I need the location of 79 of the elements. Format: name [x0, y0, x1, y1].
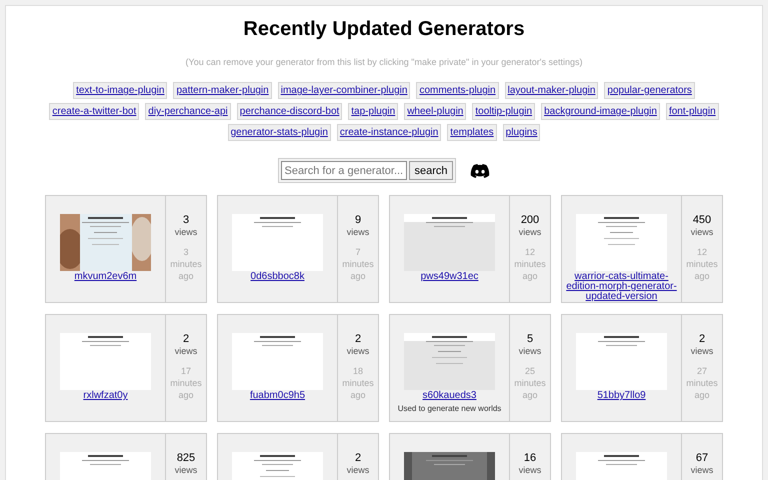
generator-link[interactable]: pws49w31ec — [392, 272, 508, 282]
view-count: 16 — [524, 452, 536, 464]
tag-link[interactable]: layout-maker-plugin — [504, 82, 598, 99]
views-label: views — [346, 464, 370, 476]
tag-link[interactable]: popular-generators — [604, 82, 695, 99]
views-label: views — [690, 464, 714, 476]
tag-link[interactable]: plugins — [502, 124, 540, 141]
views-label: views — [690, 226, 714, 238]
time-text: 25 — [524, 365, 535, 377]
time-text: ago — [694, 270, 710, 282]
tag-link[interactable]: perchance-discord-bot — [236, 103, 342, 120]
tag-link[interactable]: background-image-plugin — [541, 103, 660, 120]
tag-link[interactable]: pattern-maker-plugin — [173, 82, 272, 99]
views-label: views — [518, 464, 542, 476]
time-text: ago — [522, 389, 538, 401]
tag-link[interactable]: wheel-plugin — [404, 103, 466, 120]
page-title: Recently Updated Generators — [243, 18, 525, 41]
time-text: minutes — [170, 258, 202, 270]
time-text: 18 — [352, 365, 363, 377]
view-count: 67 — [696, 452, 708, 464]
generator-link[interactable]: 0d6sbboc8k — [220, 272, 336, 282]
views-label: views — [346, 226, 370, 238]
view-count: 450 — [692, 214, 712, 226]
tag-link[interactable]: create-instance-plugin — [336, 124, 442, 141]
time-text: 12 — [696, 246, 707, 258]
view-count: 2 — [182, 333, 190, 345]
view-count: 2 — [354, 333, 362, 345]
views-label: views — [174, 345, 198, 357]
time-text: ago — [178, 389, 194, 401]
time-text: minutes — [170, 377, 202, 389]
time-text: ago — [522, 270, 538, 282]
tag-link[interactable]: font-plugin — [666, 103, 719, 120]
views-label: views — [690, 345, 714, 357]
time-text: ago — [694, 389, 710, 401]
generator-link[interactable]: rxlwfzat0y — [48, 391, 164, 401]
generator-link[interactable]: fuabm0c9h5 — [220, 391, 336, 401]
generator-link[interactable]: 51bby7llo9 — [564, 391, 680, 401]
tag-link[interactable]: comments-plugin — [416, 82, 499, 99]
time-text: 12 — [524, 246, 535, 258]
views-label: views — [174, 464, 198, 476]
tag-link[interactable]: tap-plugin — [348, 103, 398, 120]
time-text: 7 — [355, 246, 360, 258]
time-text: minutes — [514, 377, 546, 389]
view-count: 3 — [182, 214, 190, 226]
time-text: minutes — [514, 258, 546, 270]
views-label: views — [346, 345, 370, 357]
tag-link[interactable]: text-to-image-plugin — [73, 82, 168, 99]
views-label: views — [174, 226, 198, 238]
tag-link[interactable]: templates — [447, 124, 497, 141]
generator-link[interactable]: mkvum2ev6m — [48, 272, 164, 282]
search-field[interactable]: Search for a generator... — [281, 161, 408, 180]
view-count: 9 — [354, 214, 362, 226]
tag-link[interactable]: diy-perchance-api — [145, 103, 231, 120]
time-text: minutes — [686, 377, 718, 389]
view-count: 825 — [176, 452, 196, 464]
views-label: views — [518, 226, 542, 238]
view-count: 2 — [698, 333, 706, 345]
tag-link[interactable]: image-layer-combiner-plugin — [278, 82, 410, 99]
view-count: 5 — [526, 333, 534, 345]
view-count: 2 — [354, 452, 362, 464]
time-text: minutes — [686, 258, 718, 270]
view-count: 200 — [520, 214, 540, 226]
search-button[interactable]: search — [409, 161, 453, 180]
tag-link[interactable]: generator-stats-plugin — [228, 124, 331, 141]
time-text: 17 — [180, 365, 191, 377]
time-text: 27 — [696, 365, 707, 377]
tag-link[interactable]: tooltip-plugin — [472, 103, 536, 120]
time-text: 3 — [183, 246, 188, 258]
views-label: views — [518, 345, 542, 357]
generator-link[interactable]: warrior-cats-ultimate-edition-morph-generator-updated-version — [564, 272, 680, 302]
generator-description: Used to generate new worlds — [398, 404, 502, 413]
time-text: minutes — [342, 258, 374, 270]
time-text: ago — [350, 389, 366, 401]
generator-link[interactable]: s60kaueds3 — [392, 391, 508, 401]
time-text: minutes — [342, 377, 374, 389]
hint-text: (You can remove your generator from this list by clicking "make private" in your generator's settings) — [186, 57, 582, 67]
time-text: ago — [350, 270, 366, 282]
time-text: ago — [178, 270, 194, 282]
tag-link[interactable]: create-a-twitter-bot — [49, 103, 140, 120]
